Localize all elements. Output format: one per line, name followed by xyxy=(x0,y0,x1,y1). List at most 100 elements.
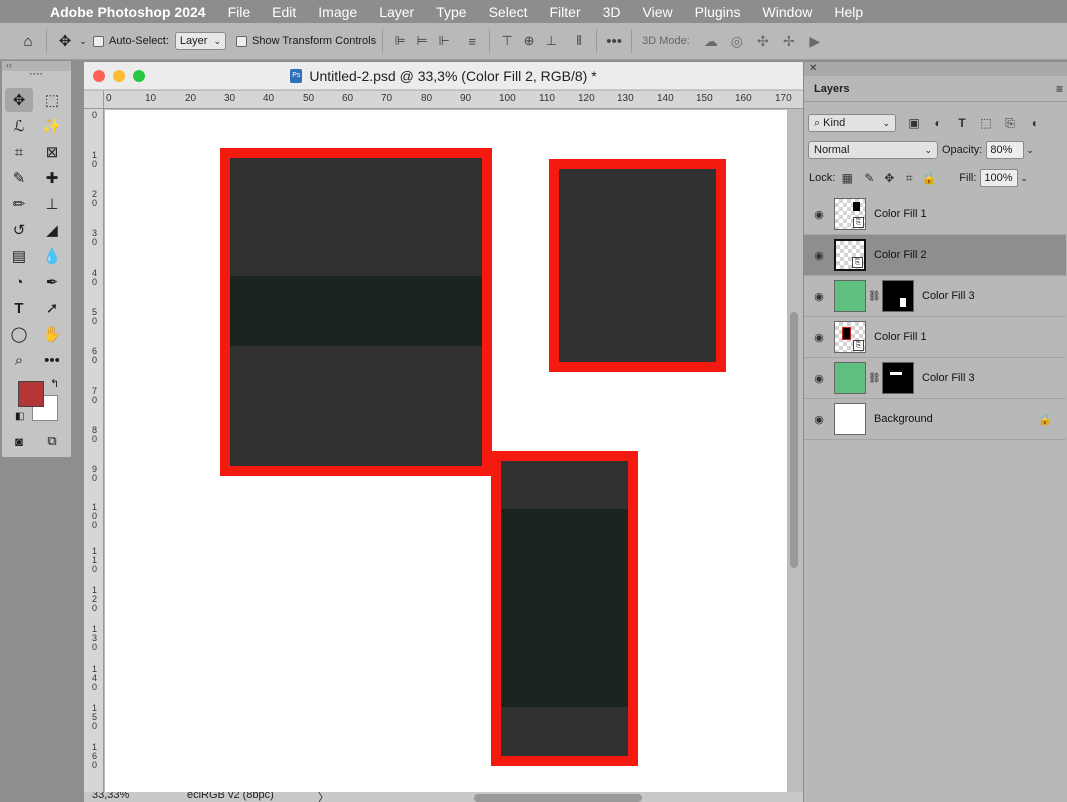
marquee-tool-icon[interactable]: ⬚ xyxy=(38,88,66,112)
transform-controls-checkbox[interactable] xyxy=(236,35,247,47)
frame-tool-icon[interactable]: ⊠ xyxy=(38,140,66,164)
fill-chevron-icon[interactable]: ⌄ xyxy=(1020,173,1028,184)
more-tools-icon[interactable]: ••• xyxy=(38,348,66,372)
auto-select-checkbox[interactable] xyxy=(93,35,104,47)
visibility-eye-icon[interactable]: ◉ xyxy=(804,249,834,262)
visibility-eye-icon[interactable]: ◉ xyxy=(804,413,834,426)
document-title-bar[interactable]: Ps Untitled-2.psd @ 33,3% (Color Fill 2,… xyxy=(84,62,803,90)
lock-pixels-icon[interactable]: ✎ xyxy=(859,171,879,185)
menu-plugins[interactable]: Plugins xyxy=(695,4,741,20)
zoom-window-button[interactable] xyxy=(133,70,145,82)
crop-tool-icon[interactable]: ⌗ xyxy=(5,140,33,164)
lock-transparent-icon[interactable]: ▦ xyxy=(835,171,859,185)
gradient-tool-icon[interactable]: ▤ xyxy=(5,244,33,268)
align-center-h-icon[interactable]: ⊨ xyxy=(411,33,433,49)
move-tool-icon[interactable]: ✥ xyxy=(5,88,33,112)
layer-row[interactable]: ◉ ⛓ Color Fill 3 xyxy=(804,358,1066,399)
app-menu[interactable]: Adobe Photoshop 2024 xyxy=(50,4,206,20)
minimize-window-button[interactable] xyxy=(113,70,125,82)
more-icon[interactable]: ••• xyxy=(603,33,625,50)
lasso-tool-icon[interactable]: ℒ xyxy=(5,114,33,138)
slide-3d-icon[interactable]: ✢ xyxy=(776,33,802,50)
menu-view[interactable]: View xyxy=(643,4,673,20)
fill-input[interactable]: 100% xyxy=(980,169,1019,187)
zoom-tool-icon[interactable]: ⌕ xyxy=(5,348,33,372)
drag-3d-icon[interactable]: ✣ xyxy=(750,33,776,50)
filter-smart-object-icon[interactable]: ⎘ xyxy=(998,116,1022,131)
status-chevron-icon[interactable]: 〉 xyxy=(318,792,329,802)
screen-mode-icon[interactable]: ⧉ xyxy=(38,429,66,453)
roll-3d-icon[interactable]: ◎ xyxy=(724,33,750,50)
mask-thumbnail[interactable] xyxy=(882,362,914,394)
menu-image[interactable]: Image xyxy=(318,4,357,20)
magic-wand-icon[interactable]: ✨ xyxy=(38,114,66,138)
layer-row-selected[interactable]: ◉ ⎘ Color Fill 2 xyxy=(804,235,1066,276)
menu-layer[interactable]: Layer xyxy=(379,4,414,20)
zoom-level[interactable]: 33,33% xyxy=(92,792,129,801)
vertical-ruler[interactable]: 0 1 0 2 0 3 0 4 0 5 0 6 0 7 0 8 0 9 0 1 … xyxy=(84,109,104,802)
eraser-tool-icon[interactable]: ◢ xyxy=(38,218,66,242)
visibility-eye-icon[interactable]: ◉ xyxy=(804,290,834,303)
canvas[interactable] xyxy=(105,110,787,792)
vertical-scrollbar[interactable] xyxy=(790,312,798,568)
tools-collapse-icon[interactable]: ‹‹ xyxy=(2,61,71,71)
menu-edit[interactable]: Edit xyxy=(272,4,296,20)
swap-colors-icon[interactable]: ↰ xyxy=(50,377,59,390)
distribute-v-icon[interactable]: ⦀ xyxy=(568,33,590,49)
menu-filter[interactable]: Filter xyxy=(550,4,581,20)
filter-type-icon[interactable]: T xyxy=(950,116,974,130)
filter-kind-dropdown[interactable]: ⌕ Kind ⌄ xyxy=(808,114,896,132)
menu-type[interactable]: Type xyxy=(436,4,466,20)
home-icon[interactable]: ⌂ xyxy=(16,29,40,53)
menu-file[interactable]: File xyxy=(228,4,251,20)
menu-select[interactable]: Select xyxy=(489,4,528,20)
brush-tool-icon[interactable]: ✏ xyxy=(5,192,33,216)
camera-3d-icon[interactable]: ▶ xyxy=(802,33,828,50)
default-colors-icon[interactable]: ◧ xyxy=(15,411,24,422)
pen-tool-icon[interactable]: ✒ xyxy=(38,270,66,294)
tools-grip[interactable]: ▪▪▪▪ xyxy=(2,71,71,79)
panel-menu-icon[interactable]: ≡ xyxy=(1056,82,1063,96)
healing-brush-icon[interactable]: ✚ xyxy=(38,166,66,190)
orbit-3d-icon[interactable]: ☁ xyxy=(698,33,724,50)
visibility-eye-icon[interactable]: ◉ xyxy=(804,331,834,344)
menu-help[interactable]: Help xyxy=(834,4,863,20)
history-brush-icon[interactable]: ↺ xyxy=(5,218,33,242)
opacity-chevron-icon[interactable]: ⌄ xyxy=(1026,145,1034,156)
layer-row[interactable]: ◉ ⎘ Color Fill 1 xyxy=(804,317,1066,358)
filter-shape-icon[interactable]: ⬚ xyxy=(974,116,998,130)
align-middle-icon[interactable]: ⊕ xyxy=(518,33,540,49)
close-window-button[interactable] xyxy=(93,70,105,82)
panel-close-icon[interactable]: ✕ xyxy=(804,62,1067,76)
distribute-h-icon[interactable]: ≡ xyxy=(461,34,483,49)
horizontal-ruler[interactable]: 0 10 20 30 40 50 60 70 80 90 100 110 120… xyxy=(104,91,803,109)
layer-row[interactable]: ◉ ⛓ Color Fill 3 xyxy=(804,276,1066,317)
color-fill-shape-large[interactable] xyxy=(220,148,492,476)
menu-3d[interactable]: 3D xyxy=(603,4,621,20)
filter-pixel-icon[interactable]: ▣ xyxy=(902,116,926,130)
link-icon[interactable]: ⛓ xyxy=(868,291,881,302)
move-tool-icon[interactable]: ✥ xyxy=(53,29,77,53)
menu-window[interactable]: Window xyxy=(763,4,813,20)
lock-icon[interactable]: 🔒 xyxy=(1038,413,1052,426)
eyedropper-icon[interactable]: ✎ xyxy=(5,166,33,190)
dodge-tool-icon[interactable]: ◔ xyxy=(5,270,33,294)
stamp-tool-icon[interactable]: ⊥ xyxy=(38,192,66,216)
ellipse-tool-icon[interactable]: ◯ xyxy=(5,322,33,346)
visibility-eye-icon[interactable]: ◉ xyxy=(804,372,834,385)
mask-thumbnail[interactable] xyxy=(882,280,914,312)
quick-mask-icon[interactable]: ◙ xyxy=(5,429,33,453)
layer-row[interactable]: ◉ ⎘ Color Fill 1 xyxy=(804,194,1066,235)
layer-row[interactable]: ◉ Background 🔒 xyxy=(804,399,1066,440)
align-left-icon[interactable]: ⊫ xyxy=(389,33,411,49)
blur-tool-icon[interactable]: 💧 xyxy=(38,244,66,268)
lock-all-icon[interactable]: 🔒 xyxy=(919,171,939,185)
foreground-color-swatch[interactable] xyxy=(18,381,44,407)
visibility-eye-icon[interactable]: ◉ xyxy=(804,208,834,221)
filter-adjustment-icon[interactable]: ◐ xyxy=(926,116,950,130)
path-selection-icon[interactable]: ➚ xyxy=(38,296,66,320)
filter-toggle-icon[interactable]: ◖ xyxy=(1022,116,1046,130)
tab-layers[interactable]: Layers xyxy=(804,83,859,95)
hand-tool-icon[interactable]: ✋ xyxy=(38,322,66,346)
chevron-down-icon[interactable]: ⌄ xyxy=(77,29,89,53)
